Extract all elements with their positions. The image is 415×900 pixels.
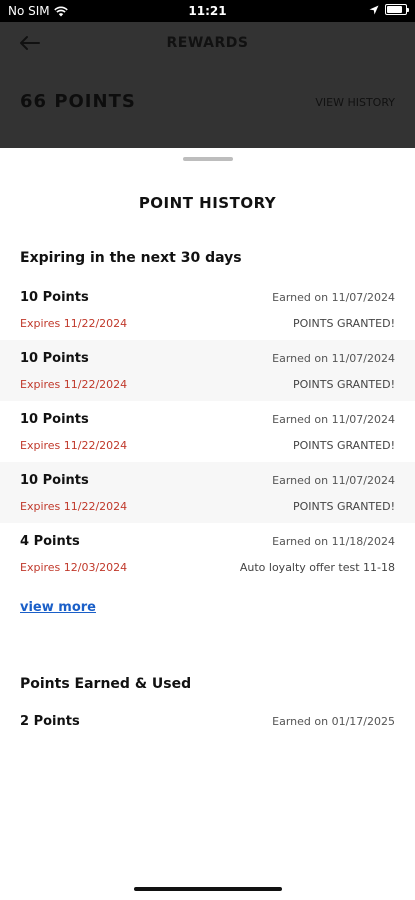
expiry-date: Expires 12/03/2024 (20, 561, 128, 574)
points-note: POINTS GRANTED! (293, 439, 395, 452)
list-item: 10 Points Earned on 11/07/2024 Expires 1… (0, 279, 415, 340)
expiring-heading: Expiring in the next 30 days (20, 250, 242, 266)
location-arrow-icon (369, 5, 379, 14)
expiry-date: Expires 11/22/2024 (20, 317, 128, 330)
list-item: 10 Points Earned on 11/07/2024 Expires 1… (0, 340, 415, 401)
page-title: REWARDS (166, 35, 249, 51)
points-amount: 2 Points (20, 714, 80, 729)
earned-date: Earned on 11/07/2024 (272, 352, 395, 365)
points-note: POINTS GRANTED! (293, 317, 395, 330)
status-bar: No SIM 11:21 (0, 0, 415, 22)
list-item: 2 Points Earned on 01/17/2025 (0, 714, 415, 738)
earned-date: Earned on 11/18/2024 (272, 535, 395, 548)
sheet-drag-handle[interactable] (183, 157, 233, 161)
list-item: 4 Points Earned on 11/18/2024 Expires 12… (0, 523, 415, 584)
points-amount: 10 Points (20, 473, 89, 488)
expiring-list: 10 Points Earned on 11/07/2024 Expires 1… (0, 279, 415, 584)
earned-date: Earned on 11/07/2024 (272, 413, 395, 426)
expiry-date: Expires 11/22/2024 (20, 500, 128, 513)
earned-date: Earned on 11/07/2024 (272, 291, 395, 304)
status-right (369, 4, 409, 15)
points-amount: 10 Points (20, 412, 89, 427)
points-amount: 10 Points (20, 290, 89, 305)
points-note: Auto loyalty offer test 11-18 (239, 561, 395, 574)
list-item: 10 Points Earned on 11/07/2024 Expires 1… (0, 401, 415, 462)
clock: 11:21 (188, 4, 227, 18)
points-note: POINTS GRANTED! (293, 500, 395, 513)
view-more-link[interactable]: view more (20, 600, 96, 615)
earned-used-heading: Points Earned & Used (20, 676, 192, 692)
view-history-link[interactable]: VIEW HISTORY (315, 96, 395, 109)
points-note: POINTS GRANTED! (293, 378, 395, 391)
points-amount: 10 Points (20, 351, 89, 366)
expiry-date: Expires 11/22/2024 (20, 378, 128, 391)
rewards-header: REWARDS 66 POINTS VIEW HISTORY (0, 22, 415, 148)
point-history-sheet: POINT HISTORY Expiring in the next 30 da… (0, 148, 415, 900)
expiry-date: Expires 11/22/2024 (20, 439, 128, 452)
points-total: 66 POINTS (20, 91, 136, 112)
points-amount: 4 Points (20, 534, 80, 549)
list-item: 10 Points Earned on 11/07/2024 Expires 1… (0, 462, 415, 523)
battery-icon (385, 4, 409, 15)
home-indicator[interactable] (134, 887, 282, 891)
earned-date: Earned on 01/17/2025 (272, 715, 395, 728)
sheet-title: POINT HISTORY (138, 194, 277, 212)
earned-date: Earned on 11/07/2024 (272, 474, 395, 487)
